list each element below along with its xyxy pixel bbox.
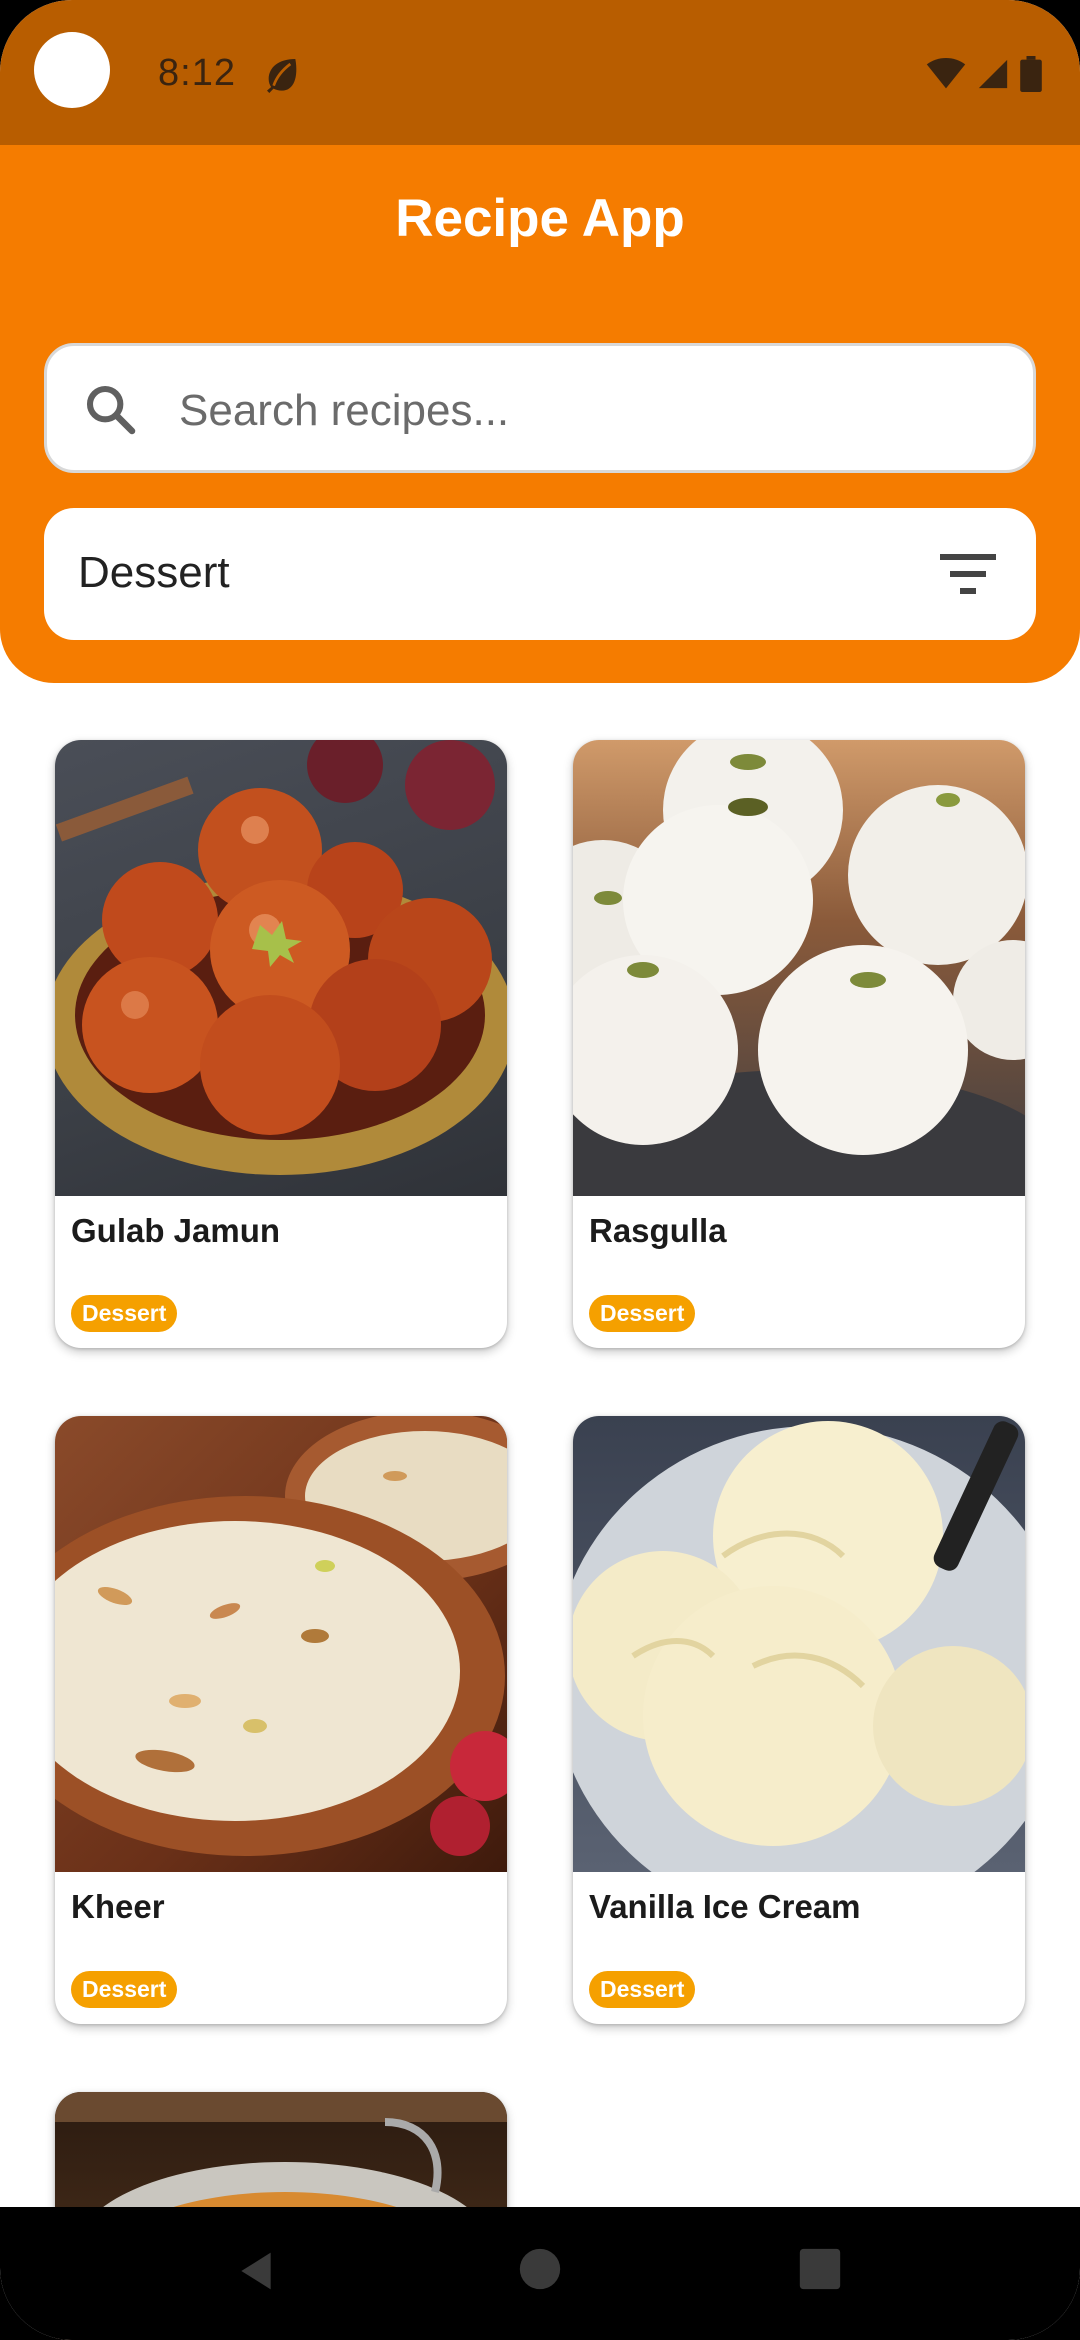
recipe-image	[55, 740, 507, 1196]
category-badge: Dessert	[589, 1971, 696, 2008]
recipe-image	[573, 1416, 1025, 1872]
search-icon	[86, 385, 136, 435]
filter-icon[interactable]	[938, 548, 998, 600]
recipe-image	[573, 740, 1025, 1196]
back-icon[interactable]	[234, 2247, 278, 2295]
recipe-image	[55, 1416, 507, 1872]
category-badge: Dessert	[589, 1295, 696, 1332]
battery-icon	[1020, 56, 1042, 92]
wifi-icon	[926, 58, 966, 89]
category-badge: Dessert	[71, 1295, 178, 1332]
rasgulla-photo	[573, 740, 1025, 1196]
recipe-card[interactable]: Vanilla Ice Cream Dessert	[573, 1416, 1025, 2024]
recipe-name: Kheer	[71, 1888, 165, 1925]
category-filter-dropdown[interactable]: Dessert	[44, 508, 1036, 640]
category-filter-value: Dessert	[78, 548, 230, 597]
home-icon[interactable]	[518, 2247, 562, 2291]
recipe-card[interactable]: Gulab Jamun Dessert	[55, 740, 507, 1348]
system-nav-bar	[0, 2207, 1080, 2340]
recipe-name: Vanilla Ice Cream	[589, 1888, 861, 1925]
camera-cutout	[34, 32, 110, 108]
leaf-icon	[267, 59, 297, 93]
page-title: Recipe App	[395, 189, 685, 248]
gulab-jamun-photo	[55, 740, 507, 1175]
status-bar: 8:12	[0, 0, 1080, 145]
phone-screen: 8:12 Recipe App Dessert	[0, 0, 1080, 2340]
recipe-name: Rasgulla	[589, 1212, 727, 1249]
signal-icon	[978, 59, 1008, 89]
kheer-photo	[55, 1416, 507, 1856]
recipe-name: Gulab Jamun	[71, 1212, 281, 1249]
search-bar[interactable]	[44, 343, 1036, 473]
recipe-card[interactable]: Kheer Dessert	[55, 1416, 507, 2024]
recents-icon[interactable]	[798, 2247, 842, 2291]
vanilla-ice-cream-photo	[573, 1421, 1025, 1872]
search-input[interactable]	[177, 374, 1001, 448]
category-badge: Dessert	[71, 1971, 178, 2008]
recipe-card[interactable]: Rasgulla Dessert	[573, 740, 1025, 1348]
status-time: 8:12	[158, 52, 236, 94]
